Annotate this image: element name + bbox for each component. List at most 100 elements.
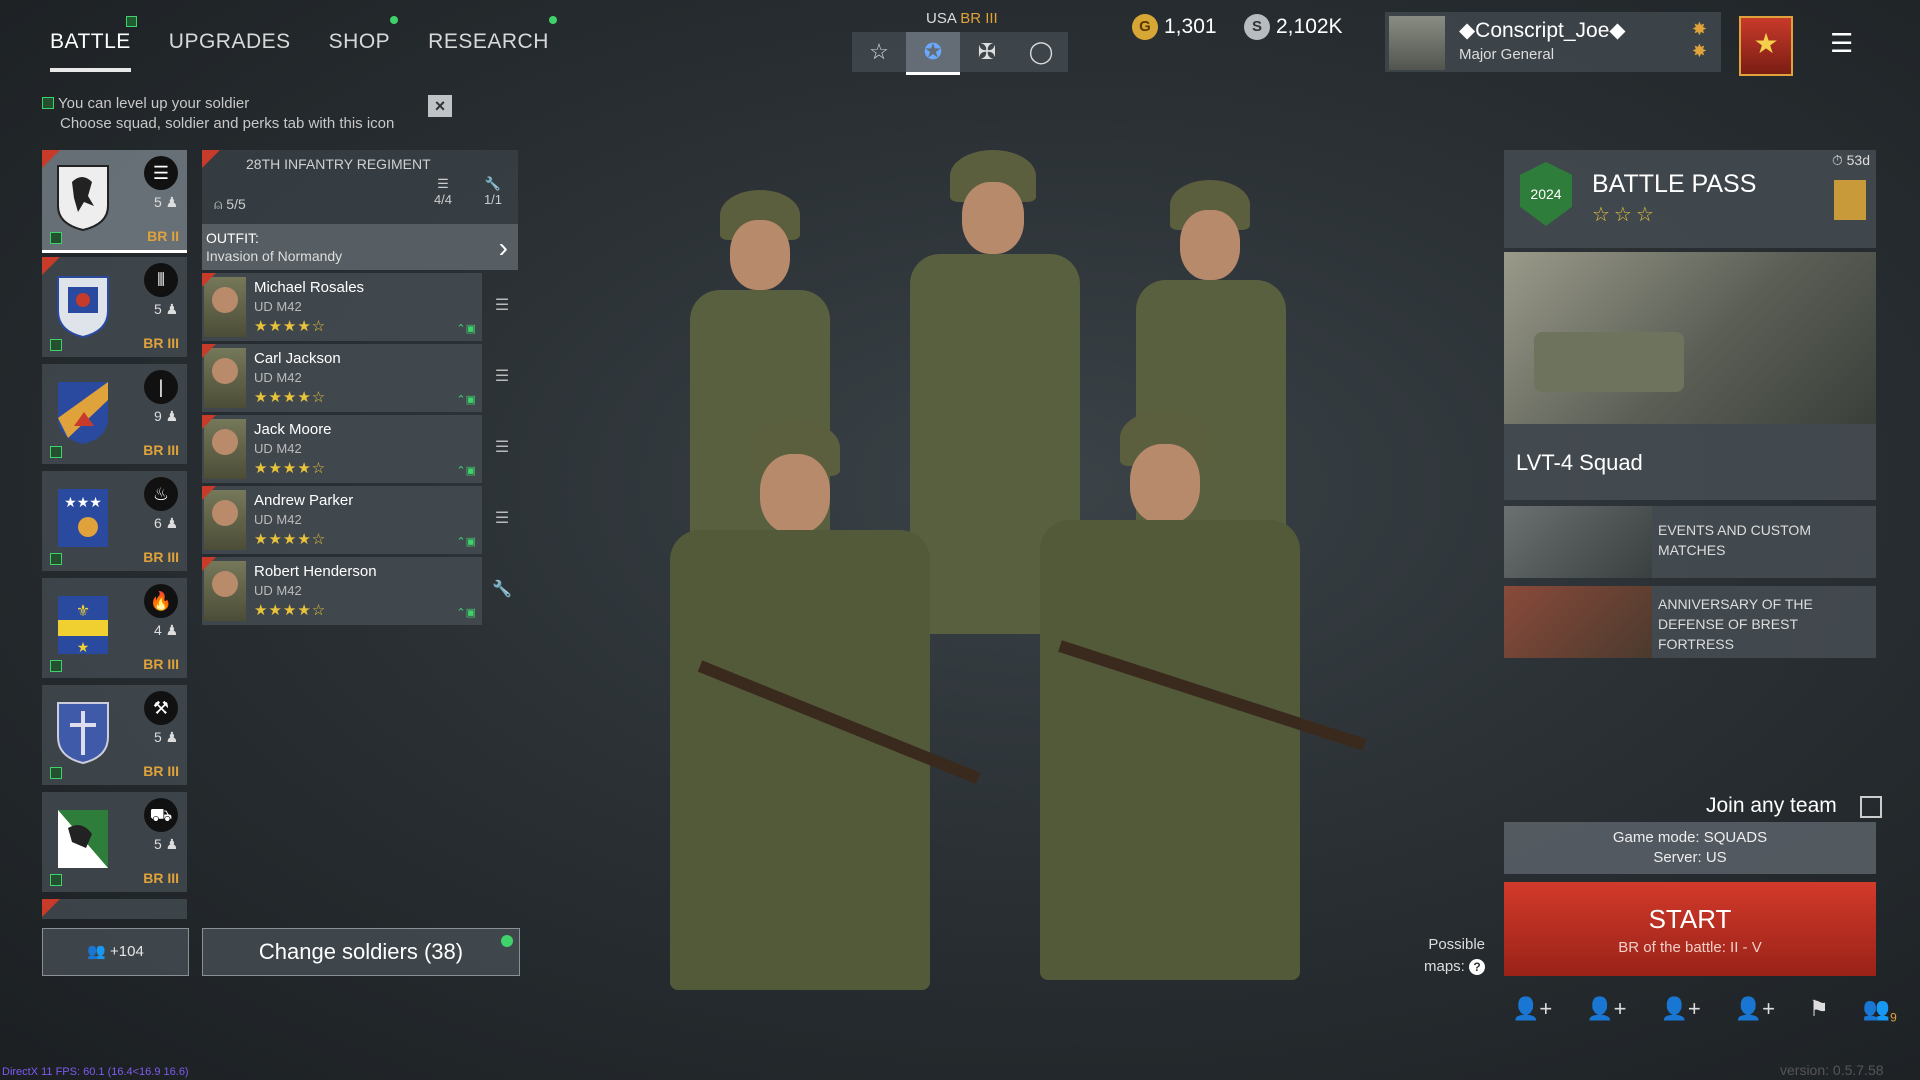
possible-maps[interactable]: Possible maps: ? [1424,934,1486,978]
lvt-vehicle [1534,332,1684,392]
outfit-value: Invasion of Normandy [206,248,343,264]
friends-icon[interactable]: 👥9 [1863,996,1897,1024]
soldier-name: Michael Rosales [254,279,365,296]
change-soldiers-button[interactable]: Change soldiers (38) [202,928,520,976]
fire-icon: 🔥 [144,584,178,618]
flamethrower-icon: ♨ [144,477,178,511]
avatar [1389,16,1445,70]
level-up-icon [42,97,54,109]
player-profile[interactable]: ◆Conscript_Joe◆ Major General ✸ ✸ [1385,12,1721,72]
battle-pass-timer: ⏱ 53d [1831,152,1870,168]
squad-count: 4 ♟ [154,622,179,638]
start-button[interactable]: START BR of the battle: II - V [1504,882,1876,976]
level-up-indicator [125,16,137,27]
soldier-flag [202,344,216,358]
soldier-row[interactable]: Michael Rosales UD M42 ★★★★☆ ⌃▣ ☰ [202,273,509,341]
tab-shop[interactable]: SHOP [329,16,399,72]
add-friend-icon[interactable]: 👤+ [1586,996,1626,1024]
squad-count: 6 ♟ [154,515,179,531]
silver-amount: 2,102K [1276,15,1343,38]
perks-count: 4/4 [433,192,453,207]
perks-counter[interactable]: ☰ 4/4 [428,176,458,207]
soldier-rank-stars: ★★★★☆ [254,389,327,406]
squad-group-button[interactable]: 👥 +104 [42,928,189,976]
anniversary-event-button[interactable]: ANNIVERSARY OF THE DEFENSE OF BREST FORT… [1504,586,1876,658]
party-bar: 👤+ 👤+ 👤+ 👤+ ⚑ 👥9 [1512,996,1897,1024]
notification-dot [501,935,513,947]
game-mode-info[interactable]: Game mode: SQUADS Server: US [1504,822,1876,874]
battle-pass-panel[interactable]: 2024 BATTLE PASS ☆☆☆ ⏱ 53d [1504,150,1876,248]
soldier-weapon: UD M42 [254,441,302,456]
featured-offer-label: LVT-4 Squad [1516,450,1643,475]
join-any-team-checkbox[interactable] [1860,796,1882,818]
machine-gun-icon: ⫴ [144,263,178,297]
outfit-selector[interactable]: OUTFIT: Invasion of Normandy › [202,224,518,270]
tank-icon: ⛟ [144,798,178,832]
squad-count: 9 ♟ [154,408,179,424]
squad-card-5[interactable]: ⚜ ★ 🔥 4 ♟ BR III [42,578,187,678]
featured-offer-image [1504,252,1876,424]
star-icon[interactable]: ☆ [852,32,906,72]
squad-count: 5 ♟ [154,836,179,852]
add-friend-icon[interactable]: 👤+ [1735,996,1775,1024]
hamburger-menu-icon[interactable]: ☰ [1830,28,1853,59]
level-up-icon [50,553,62,565]
squad-br: BR II [147,228,179,244]
tools-counter[interactable]: 🔧 1/1 [478,176,508,207]
wrench-icon[interactable]: 🔧 [492,579,512,599]
regiment-flag [202,150,220,168]
squad-card-4[interactable]: ★★★ ♨ 6 ♟ BR III [42,471,187,571]
squad-card-7[interactable]: ⛟ 5 ♟ BR III [42,792,187,892]
medal-icon[interactable]: ★ [1739,16,1793,76]
close-icon[interactable]: × [428,95,452,117]
perks-list-icon[interactable]: ☰ [492,508,512,528]
squad-emblem-crest [57,276,109,339]
squad-br: BR III [143,870,179,886]
featured-offer[interactable]: LVT-4 Squad [1504,252,1876,500]
perks-list-icon[interactable]: ☰ [492,366,512,386]
soldier-slots: ⍝ 5/5 [214,196,246,212]
soldier-weapon: UD M42 [254,512,302,527]
circle-icon[interactable]: ◯ [1014,32,1068,72]
soldier-row[interactable]: Carl Jackson UD M42 ★★★★☆ ⌃▣ ☰ [202,344,509,412]
soldier-flag [202,486,216,500]
tab-upgrades[interactable]: UPGRADES [169,30,291,72]
perks-list-icon[interactable]: ☰ [492,295,512,315]
soldier-rank-stars: ★★★★☆ [254,318,327,335]
regiment-header: 28TH INFANTRY REGIMENT ⍝ 5/5 ☰ 4/4 🔧 1/1 O… [202,150,518,270]
squad-count: 5 ♟ [154,194,179,210]
nation-br-label: USA BR III [926,10,998,27]
svg-text:★: ★ [77,639,90,655]
squad-card-8[interactable] [42,899,187,919]
help-icon[interactable]: ? [1469,959,1486,975]
squad-card-2[interactable]: ⫴ 5 ♟ BR III [42,257,187,357]
events-button[interactable]: EVENTS AND CUSTOM MATCHES [1504,506,1876,578]
soldier-rank-stars: ★★★★☆ [254,460,327,477]
player-name: ◆Conscript_Joe◆ [1459,19,1626,42]
battle-pass-logo: 2024 [1520,162,1572,226]
soldier-row[interactable]: Jack Moore UD M42 ★★★★☆ ⌃▣ ☰ [202,415,509,483]
tools-count: 1/1 [483,192,503,207]
soldier-row[interactable]: Robert Henderson UD M42 ★★★★☆ ⌃▣ 🔧 [202,557,512,625]
squad-card-6[interactable]: ⚒ 5 ♟ BR III [42,685,187,785]
level-up-icon [50,874,62,886]
tab-battle[interactable]: BATTLE [50,16,137,72]
soldier-row[interactable]: Andrew Parker UD M42 ★★★★☆ ⌃▣ ☰ [202,486,509,554]
perks-list-icon[interactable]: ☰ [492,437,512,457]
squad-emblem-cross [57,702,109,765]
nation-label: USA [926,10,957,27]
tab-research[interactable]: RESEARCH [428,16,557,72]
add-friend-icon[interactable]: 👤+ [1512,996,1552,1024]
iron-cross-icon[interactable]: ✠ [960,32,1014,72]
battle-pass-stars: ☆☆☆ [1592,204,1658,226]
squad-card-3[interactable]: | 9 ♟ BR III [42,364,187,464]
silver-balance[interactable]: S 2,102K [1244,14,1343,40]
usa-star-icon[interactable]: ✪ [906,32,960,75]
tab-battle-label: BATTLE [50,30,131,53]
squad-card-1[interactable]: ☰ 5 ♟ BR II [42,150,187,253]
flag-icon[interactable]: ⚑ [1809,996,1829,1024]
add-friend-icon[interactable]: 👤+ [1661,996,1701,1024]
wrench-icon: 🔧 [484,176,502,191]
research-notification-dot [548,16,557,24]
gold-balance[interactable]: G 1,301 [1132,14,1217,40]
